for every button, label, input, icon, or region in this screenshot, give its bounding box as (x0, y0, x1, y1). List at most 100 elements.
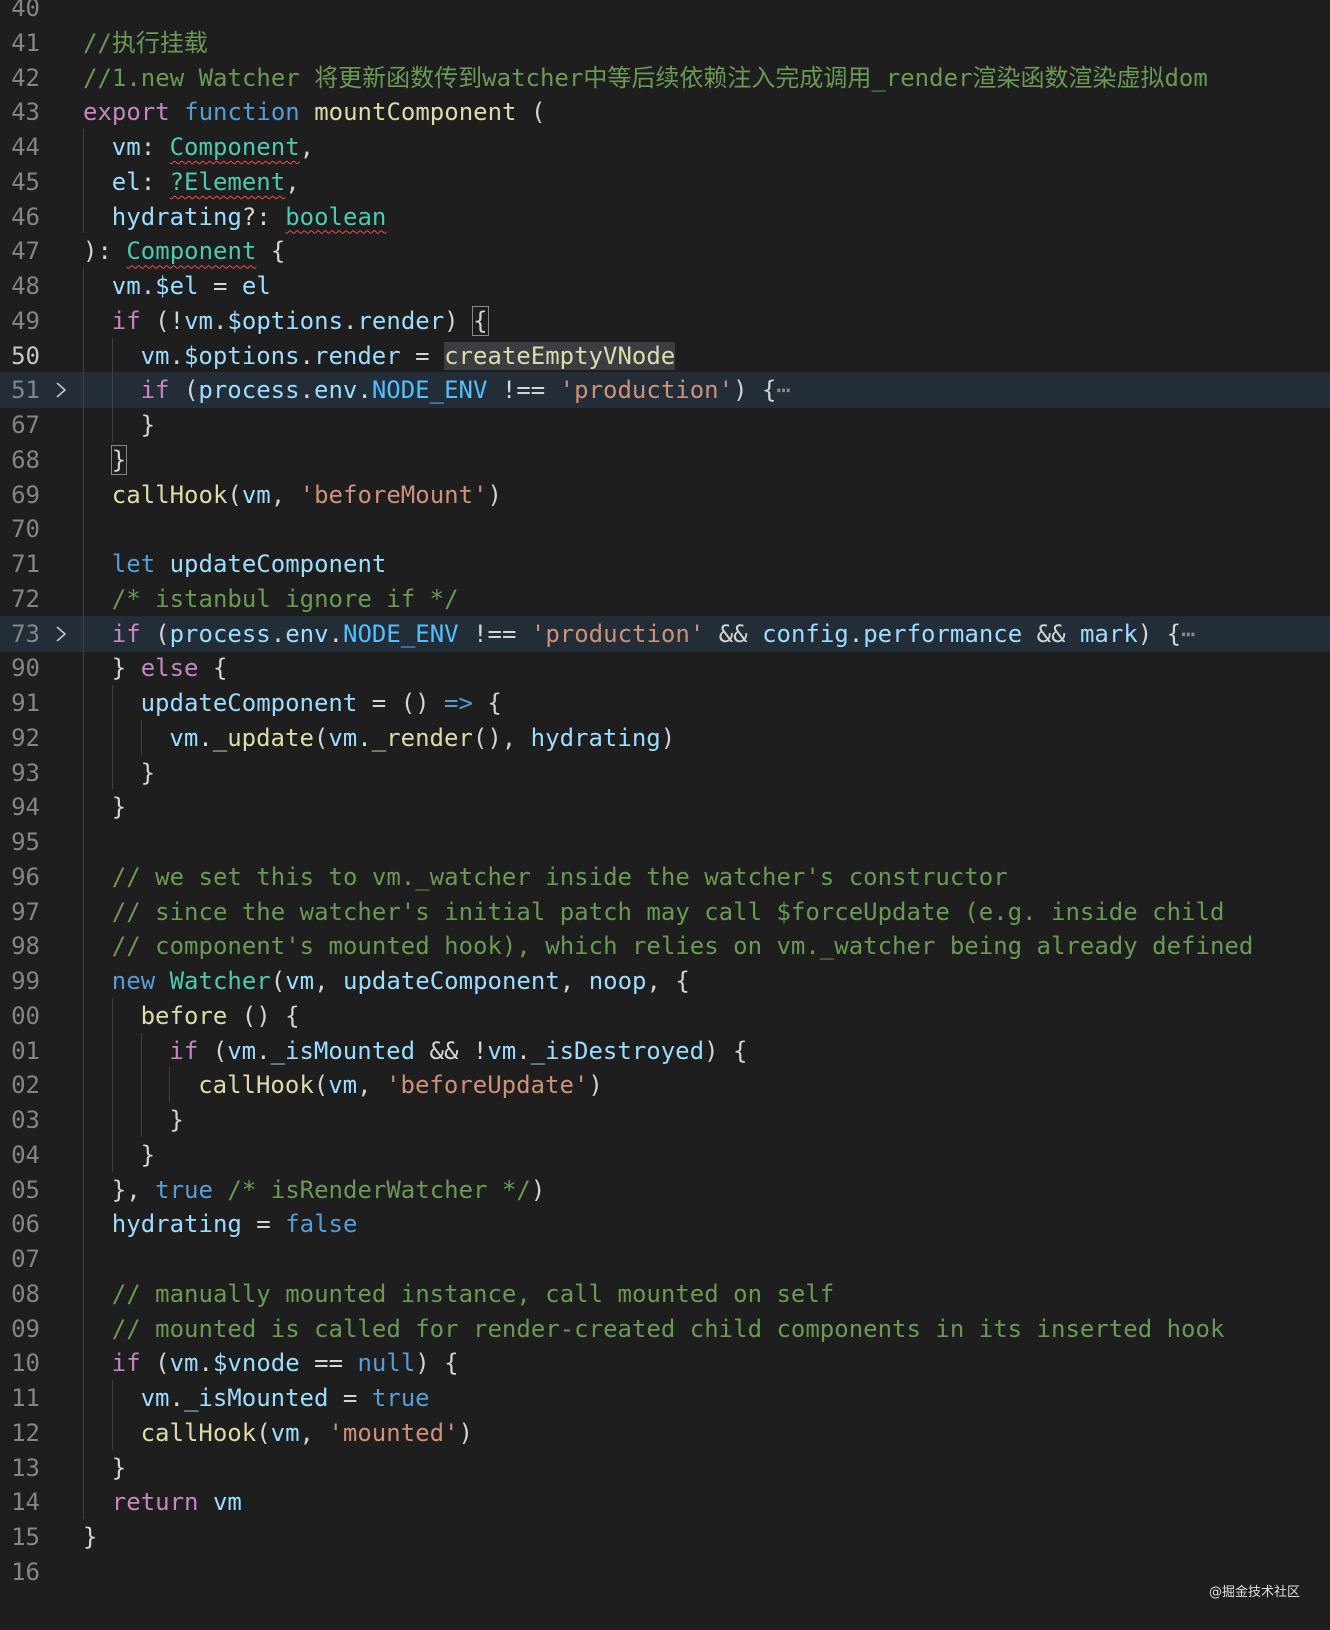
code-text[interactable]: el: ?Element, (112, 164, 300, 200)
line-number[interactable]: 16 (0, 1554, 40, 1590)
line-number[interactable]: 73 (0, 616, 40, 652)
line-number[interactable]: 42 (0, 60, 40, 96)
code-text[interactable]: } else { (112, 650, 228, 686)
code-line[interactable]: 46 hydrating?: boolean (0, 199, 1330, 235)
line-number[interactable]: 08 (0, 1276, 40, 1312)
line-number[interactable]: 98 (0, 928, 40, 964)
code-text[interactable]: before () { (141, 998, 300, 1034)
code-line[interactable]: 04} (0, 1137, 1330, 1173)
line-number[interactable]: 11 (0, 1380, 40, 1416)
code-line[interactable]: 40 (0, 0, 1330, 26)
code-line[interactable]: 45 el: ?Element, (0, 164, 1330, 200)
code-line[interactable]: 07 (0, 1241, 1330, 1277)
code-line[interactable]: 47 ): Component { (0, 233, 1330, 269)
code-line[interactable]: 68} (0, 442, 1330, 478)
code-line[interactable]: 93} (0, 755, 1330, 791)
code-line[interactable]: 42 //1.new Watcher 将更新函数传到watcher中等后续依赖注入… (0, 60, 1330, 96)
code-text[interactable]: } (169, 1102, 183, 1138)
code-line[interactable]: 15} (0, 1519, 1330, 1555)
line-number[interactable]: 07 (0, 1241, 40, 1277)
code-line[interactable]: 95 (0, 824, 1330, 860)
code-line[interactable]: 08 // manually mounted instance, call mou… (0, 1276, 1330, 1312)
code-line[interactable]: 73 if (process.env.NODE_ENV !== 'producti… (0, 615, 1330, 652)
line-number[interactable]: 49 (0, 303, 40, 339)
line-number[interactable]: 69 (0, 477, 40, 513)
line-number[interactable]: 40 (0, 0, 40, 26)
code-text[interactable]: // mounted is called for render-created … (112, 1311, 1225, 1347)
code-text[interactable]: /* istanbul ignore if */ (112, 581, 459, 617)
code-text[interactable]: if (vm.$vnode == null) { (112, 1345, 459, 1381)
code-line[interactable]: 96 // we set this to vm._watcher inside t… (0, 859, 1330, 895)
code-line[interactable]: 00 before () { (0, 998, 1330, 1034)
line-number[interactable]: 01 (0, 1033, 40, 1069)
code-line[interactable]: 70 (0, 511, 1330, 547)
code-text[interactable]: vm.$options.render = createEmptyVNode (141, 338, 676, 374)
code-text[interactable]: } (141, 1137, 155, 1173)
line-number[interactable]: 00 (0, 998, 40, 1034)
code-line[interactable]: 11 vm._isMounted = true (0, 1380, 1330, 1416)
line-number[interactable]: 45 (0, 164, 40, 200)
code-text[interactable]: vm: Component, (112, 129, 314, 165)
code-line[interactable]: 99 new Watcher(vm, updateComponent, noop,… (0, 963, 1330, 999)
line-number[interactable]: 41 (0, 25, 40, 61)
code-text[interactable]: vm.$el = el (112, 268, 271, 304)
line-number[interactable]: 71 (0, 546, 40, 582)
code-text[interactable]: if (!vm.$options.render) { (112, 303, 489, 339)
line-number[interactable]: 12 (0, 1415, 40, 1451)
line-number[interactable]: 48 (0, 268, 40, 304)
line-number[interactable]: 93 (0, 755, 40, 791)
fold-chevron-right-icon[interactable] (53, 372, 69, 408)
code-text[interactable]: callHook(vm, 'beforeUpdate') (198, 1067, 603, 1103)
code-line[interactable]: 10 if (vm.$vnode == null) { (0, 1345, 1330, 1381)
code-text[interactable]: new Watcher(vm, updateComponent, noop, { (112, 963, 690, 999)
line-number[interactable]: 99 (0, 963, 40, 999)
line-number[interactable]: 44 (0, 129, 40, 165)
code-line[interactable]: 13} (0, 1450, 1330, 1486)
code-line[interactable]: 69 callHook(vm, 'beforeMount') (0, 477, 1330, 513)
code-line[interactable]: 41 //执行挂载 (0, 25, 1330, 61)
code-text[interactable]: } (110, 442, 128, 478)
line-number[interactable]: 51 (0, 372, 40, 408)
code-line[interactable]: 72 /* istanbul ignore if */ (0, 581, 1330, 617)
code-line[interactable]: 09 // mounted is called for render-create… (0, 1311, 1330, 1347)
line-number[interactable]: 94 (0, 789, 40, 825)
code-text[interactable]: //执行挂载 (83, 25, 208, 61)
line-number[interactable]: 92 (0, 720, 40, 756)
code-line[interactable]: 14 return vm (0, 1484, 1330, 1520)
line-number[interactable]: 10 (0, 1345, 40, 1381)
code-text[interactable]: callHook(vm, 'mounted') (141, 1415, 473, 1451)
code-text[interactable]: } (141, 755, 155, 791)
code-editor[interactable]: 40 41 //执行挂载 42 //1.new Watcher 将更新函数传到watch… (0, 0, 1330, 1630)
line-number[interactable]: 04 (0, 1137, 40, 1173)
code-line[interactable]: 50 vm.$options.render = createEmptyVNode (0, 338, 1330, 374)
line-number[interactable]: 96 (0, 859, 40, 895)
code-text[interactable]: } (112, 789, 126, 825)
line-number[interactable]: 47 (0, 233, 40, 269)
code-line[interactable]: 44 vm: Component, (0, 129, 1330, 165)
line-number[interactable]: 50 (0, 338, 40, 374)
code-line[interactable]: 91 updateComponent = () => { (0, 685, 1330, 721)
code-text[interactable]: ): Component { (83, 233, 285, 269)
code-line[interactable]: 71 let updateComponent (0, 546, 1330, 582)
code-text[interactable]: export function mountComponent ( (83, 94, 545, 130)
code-line[interactable]: 43 export function mountComponent ( (0, 94, 1330, 130)
line-number[interactable]: 91 (0, 685, 40, 721)
code-line[interactable]: 67} (0, 407, 1330, 443)
code-line[interactable]: 12 callHook(vm, 'mounted') (0, 1415, 1330, 1451)
code-text[interactable]: // since the watcher's initial patch may… (112, 894, 1225, 930)
code-line[interactable]: 94} (0, 789, 1330, 825)
code-text[interactable]: return vm (112, 1484, 242, 1520)
code-text[interactable]: // component's mounted hook), which reli… (112, 928, 1254, 964)
code-text[interactable]: //1.new Watcher 将更新函数传到watcher中等后续依赖注入完成… (83, 60, 1208, 96)
code-text[interactable]: } (83, 1519, 97, 1555)
line-number[interactable]: 46 (0, 199, 40, 235)
code-text[interactable]: // we set this to vm._watcher inside the… (112, 859, 1008, 895)
code-line[interactable]: 98 // component's mounted hook), which re… (0, 928, 1330, 964)
code-line[interactable]: 49 if (!vm.$options.render) { (0, 303, 1330, 339)
code-line[interactable]: 16 (0, 1554, 1330, 1590)
code-line[interactable]: 05}, true /* isRenderWatcher */) (0, 1172, 1330, 1208)
line-number[interactable]: 95 (0, 824, 40, 860)
line-number[interactable]: 97 (0, 894, 40, 930)
code-line[interactable]: 03} (0, 1102, 1330, 1138)
line-number[interactable]: 72 (0, 581, 40, 617)
